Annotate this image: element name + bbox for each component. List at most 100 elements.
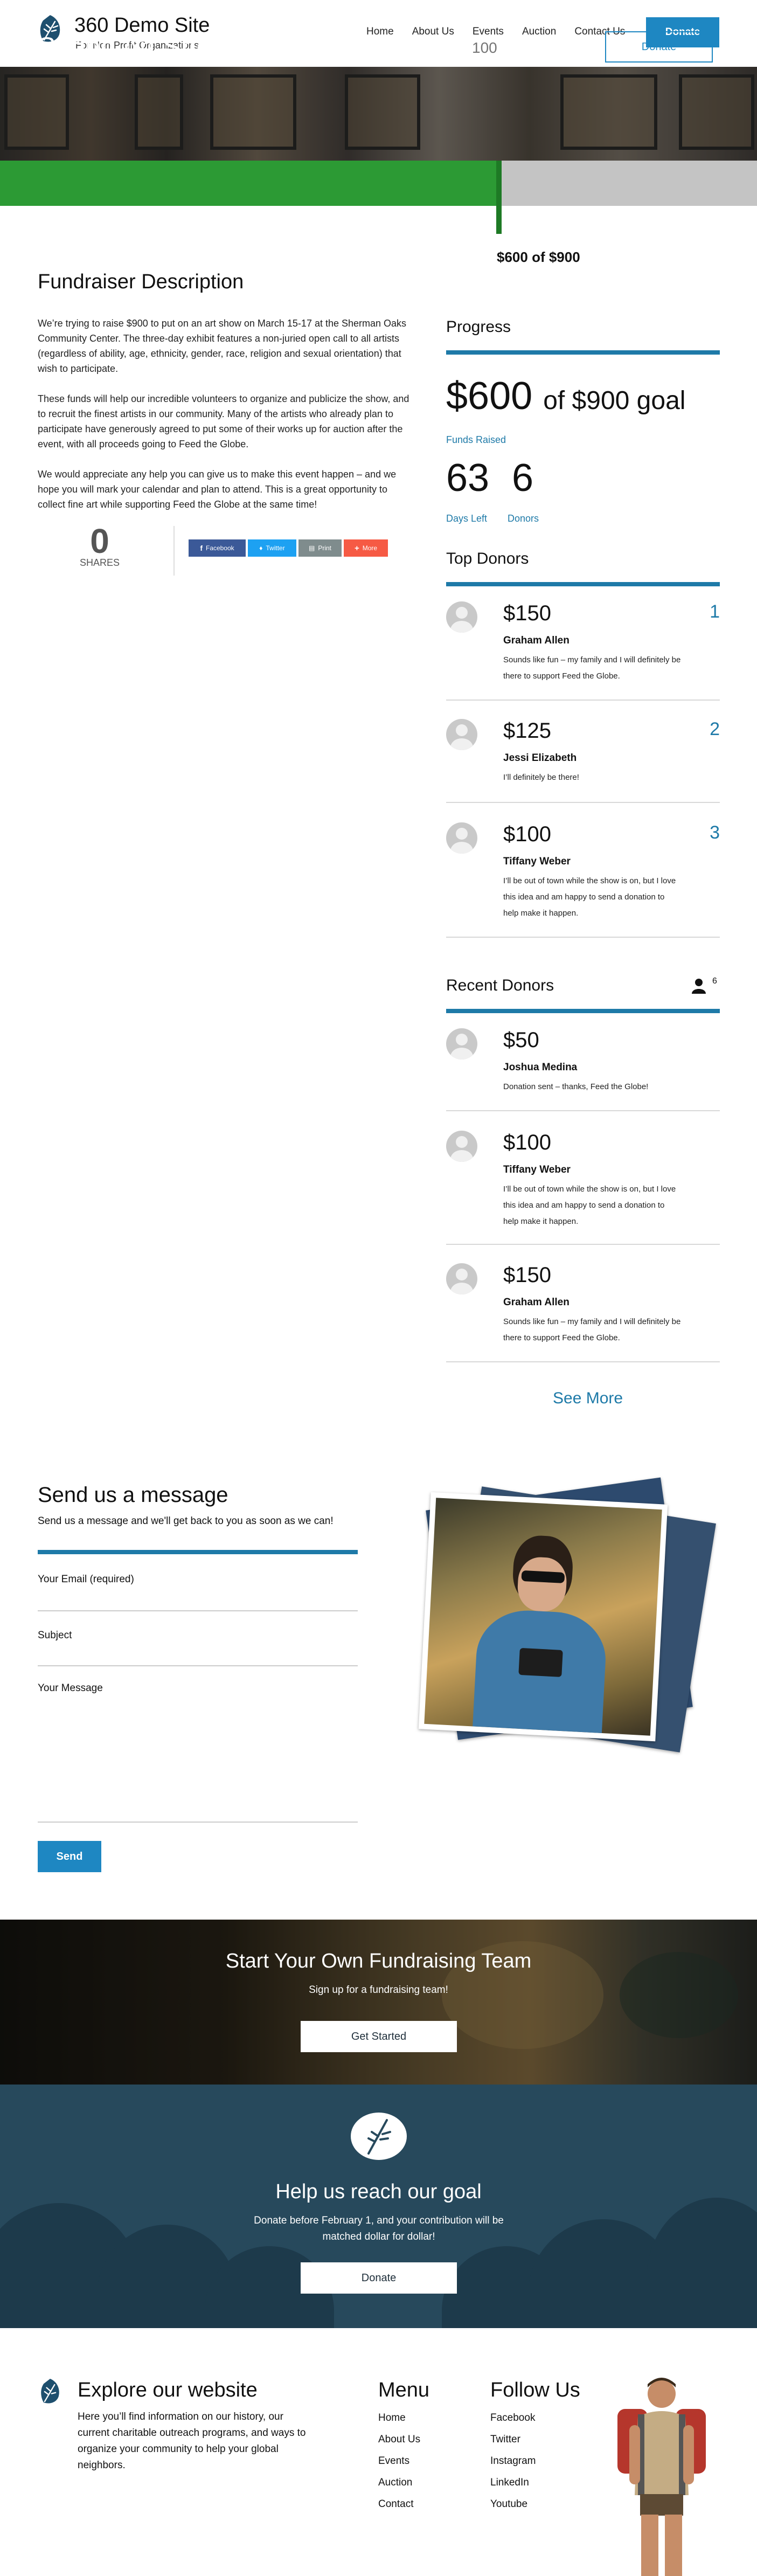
funds-raised-amount: $600 — [446, 375, 533, 418]
donor-message: I’ll be out of town while the show is on… — [503, 876, 676, 918]
funds-goal: of $900 goal — [543, 386, 686, 415]
footer-follow-instagram[interactable]: Instagram — [490, 2455, 536, 2467]
progress-heading: Progress — [446, 318, 511, 336]
plus-icon: + — [354, 543, 359, 553]
donor-message: I’ll definitely be there! — [503, 773, 579, 782]
share-count-label: SHARES — [79, 557, 120, 568]
footer-menu-auction[interactable]: Auction — [378, 2477, 412, 2489]
get-started-button[interactable]: Get Started — [301, 2021, 457, 2052]
share-count: 0 — [90, 522, 109, 560]
goal-donate-button[interactable]: Donate — [301, 2262, 457, 2294]
donor-name: Joshua Medina — [503, 1062, 578, 1073]
subject-field[interactable] — [38, 1665, 358, 1666]
recent-donor-item: $150 Graham Allen Sounds like fun – my f… — [446, 1263, 720, 1362]
fundraising-team-subtitle: Sign up for a fundraising team! — [309, 1984, 448, 1996]
contact-subtitle: Send us a message and we'll get back to … — [38, 1515, 334, 1527]
fundraising-team-banner — [0, 1920, 757, 2085]
main-nav: Home About Us Events Auction Contact Us — [366, 26, 625, 38]
progress-marker — [496, 161, 502, 234]
recent-donors-heading: Recent Donors — [446, 977, 554, 994]
donor-message: Donation sent – thanks, Feed the Globe! — [503, 1082, 649, 1091]
progress-bar-fill — [0, 161, 500, 206]
recent-donor-item: $100 Tiffany Weber I’ll be out of town w… — [446, 1131, 720, 1245]
top-donor-item: $150 Graham Allen Sounds like fun – my f… — [446, 601, 720, 701]
donors-label: Donors — [508, 513, 539, 524]
donor-message: Sounds like fun – my family and I will d… — [503, 655, 681, 681]
share-button-label: Print — [318, 544, 332, 552]
donors-count-value: 6 — [512, 456, 534, 500]
reach-goal-subtitle: Donate before February 1, and your contr… — [254, 2215, 504, 2242]
email-field-label: Your Email (required) — [38, 1574, 134, 1585]
avatar — [446, 1131, 477, 1162]
hero-title: Spring Art Show Fundraiser — [38, 32, 367, 62]
nav-home[interactable]: Home — [366, 26, 394, 38]
message-textarea[interactable] — [38, 1822, 358, 1823]
share-button-label: Facebook — [205, 544, 234, 552]
donor-message: I’ll be out of town while the show is on… — [503, 1185, 676, 1226]
donation-amount: $150 — [503, 1263, 551, 1287]
donor-name: Tiffany Weber — [503, 856, 571, 867]
donation-amount: $125 — [503, 719, 551, 743]
leaf-icon — [351, 2113, 407, 2160]
hero-donate-button[interactable]: Donate — [605, 31, 713, 63]
recent-donors-rule — [446, 1009, 720, 1013]
top-donor-item: $125 Jessi Elizabeth I’ll definitely be … — [446, 719, 720, 803]
donor-name: Tiffany Weber — [503, 1164, 571, 1175]
avatar — [446, 719, 477, 750]
recent-donor-item: $50 Joshua Medina Donation sent – thanks… — [446, 1028, 720, 1111]
footer-menu-contact[interactable]: Contact — [378, 2498, 413, 2510]
footer-follow-youtube[interactable]: Youtube — [490, 2498, 527, 2510]
top-donors-rule — [446, 582, 720, 586]
donation-amount: $50 — [503, 1028, 539, 1052]
description-title: Fundraiser Description — [38, 271, 244, 293]
leaf-logo-icon — [41, 2379, 59, 2404]
nav-auction[interactable]: Auction — [522, 26, 556, 38]
share-counter: 0 SHARES — [78, 522, 121, 569]
description-paragraph-1: We’re trying to raise $900 to put on an … — [38, 318, 407, 374]
share-facebook-button[interactable]: f Facebook — [189, 539, 246, 557]
donor-rank: 1 — [710, 601, 720, 622]
footer-follow-facebook[interactable]: Facebook — [490, 2412, 535, 2424]
footer-explore-title: Explore our website — [78, 2379, 258, 2401]
donor-message: Sounds like fun – my family and I will d… — [503, 1317, 681, 1342]
share-button-label: Twitter — [266, 544, 285, 552]
description-paragraph-2: These funds will help our incredible vol… — [38, 393, 409, 449]
share-divider — [173, 526, 175, 576]
footer-menu-title: Menu — [378, 2379, 430, 2401]
share-print-button[interactable]: ▤ Print — [298, 539, 342, 557]
hiker-image — [617, 2378, 706, 2576]
fundraising-team-title: Start Your Own Fundraising Team — [225, 1950, 532, 1972]
collage-photo-front — [418, 1492, 668, 1742]
email-field[interactable] — [38, 1610, 358, 1611]
reach-goal-title: Help us reach our goal — [275, 2180, 482, 2203]
donation-amount: $100 — [503, 1131, 551, 1154]
footer-menu-about-us[interactable]: About Us — [378, 2434, 420, 2446]
avatar — [446, 1028, 477, 1060]
photo-collage — [403, 1477, 716, 1768]
share-more-button[interactable]: + More — [344, 539, 388, 557]
contact-rule — [38, 1550, 358, 1554]
top-donor-item: $100 Tiffany Weber I’ll be out of town w… — [446, 822, 720, 938]
avatar — [446, 1263, 477, 1294]
days-left-value: 63 — [446, 456, 490, 500]
hero-banner — [0, 67, 757, 161]
top-donors-heading: Top Donors — [446, 550, 529, 567]
donation-amount: $150 — [503, 601, 551, 625]
see-more-link[interactable]: See More — [553, 1389, 623, 1408]
progress-label: $600 of $900 — [497, 249, 580, 265]
footer-follow-linkedin[interactable]: LinkedIn — [490, 2477, 529, 2489]
print-icon: ▤ — [308, 544, 315, 552]
twitter-icon: ♦ — [259, 544, 263, 552]
footer-menu-home[interactable]: Home — [378, 2412, 406, 2424]
footer-menu-events[interactable]: Events — [378, 2455, 409, 2467]
nav-events[interactable]: Events — [473, 26, 504, 38]
message-field-label: Your Message — [38, 1682, 103, 1694]
footer-follow-twitter[interactable]: Twitter — [490, 2434, 520, 2446]
subject-field-label: Subject — [38, 1630, 72, 1641]
share-twitter-button[interactable]: ♦ Twitter — [248, 539, 296, 557]
footer-explore-text: Here you’ll find information on our hist… — [78, 2411, 306, 2471]
donation-quantity[interactable]: 8 — [571, 40, 577, 52]
send-button[interactable]: Send — [38, 1841, 101, 1872]
donor-name: Jessi Elizabeth — [503, 752, 577, 764]
facebook-icon: f — [200, 544, 203, 552]
